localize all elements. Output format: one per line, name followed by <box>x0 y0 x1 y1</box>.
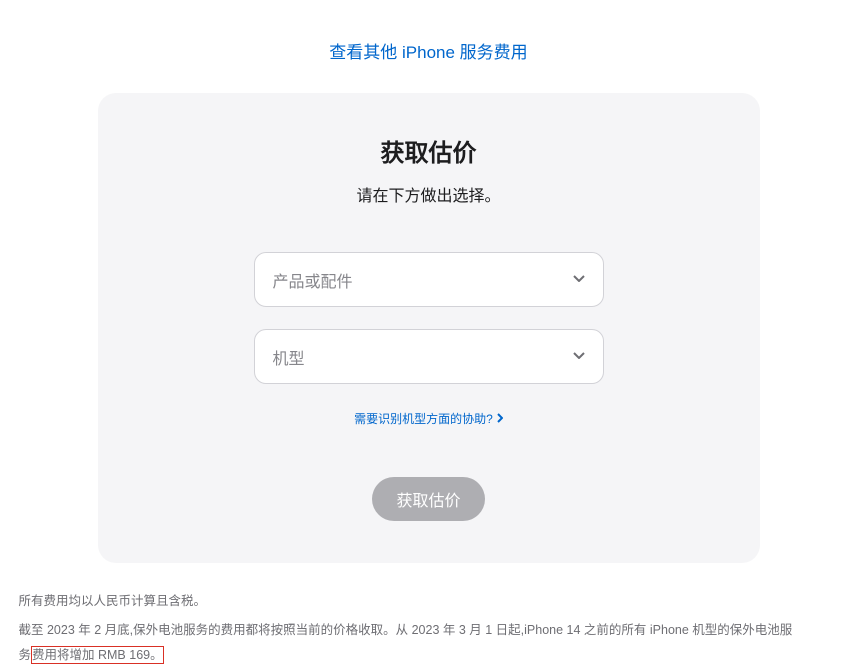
footnote-line2: 截至 2023 年 2 月底,保外电池服务的费用都将按照当前的价格收取。从 20… <box>19 618 839 668</box>
model-select-placeholder: 机型 <box>273 345 573 369</box>
help-link-label: 需要识别机型方面的协助? <box>354 410 493 427</box>
estimate-card: 获取估价 请在下方做出选择。 产品或配件 机型 需要识别机型方面的协助? 获取估… <box>98 93 760 563</box>
chevron-down-icon <box>573 274 585 286</box>
product-select[interactable]: 产品或配件 <box>254 252 604 307</box>
card-title: 获取估价 <box>128 133 730 168</box>
other-iphone-fees-link[interactable]: 查看其他 iPhone 服务费用 <box>329 43 527 62</box>
model-select-wrapper: 机型 <box>254 329 604 384</box>
get-estimate-button[interactable]: 获取估价 <box>372 477 484 521</box>
highlighted-text: 费用将增加 RMB 169。 <box>31 646 164 664</box>
button-row: 获取估价 <box>128 477 730 521</box>
footnote: 所有费用均以人民币计算且含税。 截至 2023 年 2 月底,保外电池服务的费用… <box>13 589 845 668</box>
product-select-wrapper: 产品或配件 <box>254 252 604 307</box>
identify-model-help-link[interactable]: 需要识别机型方面的协助? <box>354 410 503 427</box>
model-select[interactable]: 机型 <box>254 329 604 384</box>
card-subtitle: 请在下方做出选择。 <box>128 182 730 206</box>
footnote-line1: 所有费用均以人民币计算且含税。 <box>19 589 839 614</box>
product-select-placeholder: 产品或配件 <box>273 268 573 292</box>
chevron-down-icon <box>573 351 585 363</box>
chevron-right-icon <box>497 412 503 426</box>
top-link-wrapper: 查看其他 iPhone 服务费用 <box>0 0 857 93</box>
